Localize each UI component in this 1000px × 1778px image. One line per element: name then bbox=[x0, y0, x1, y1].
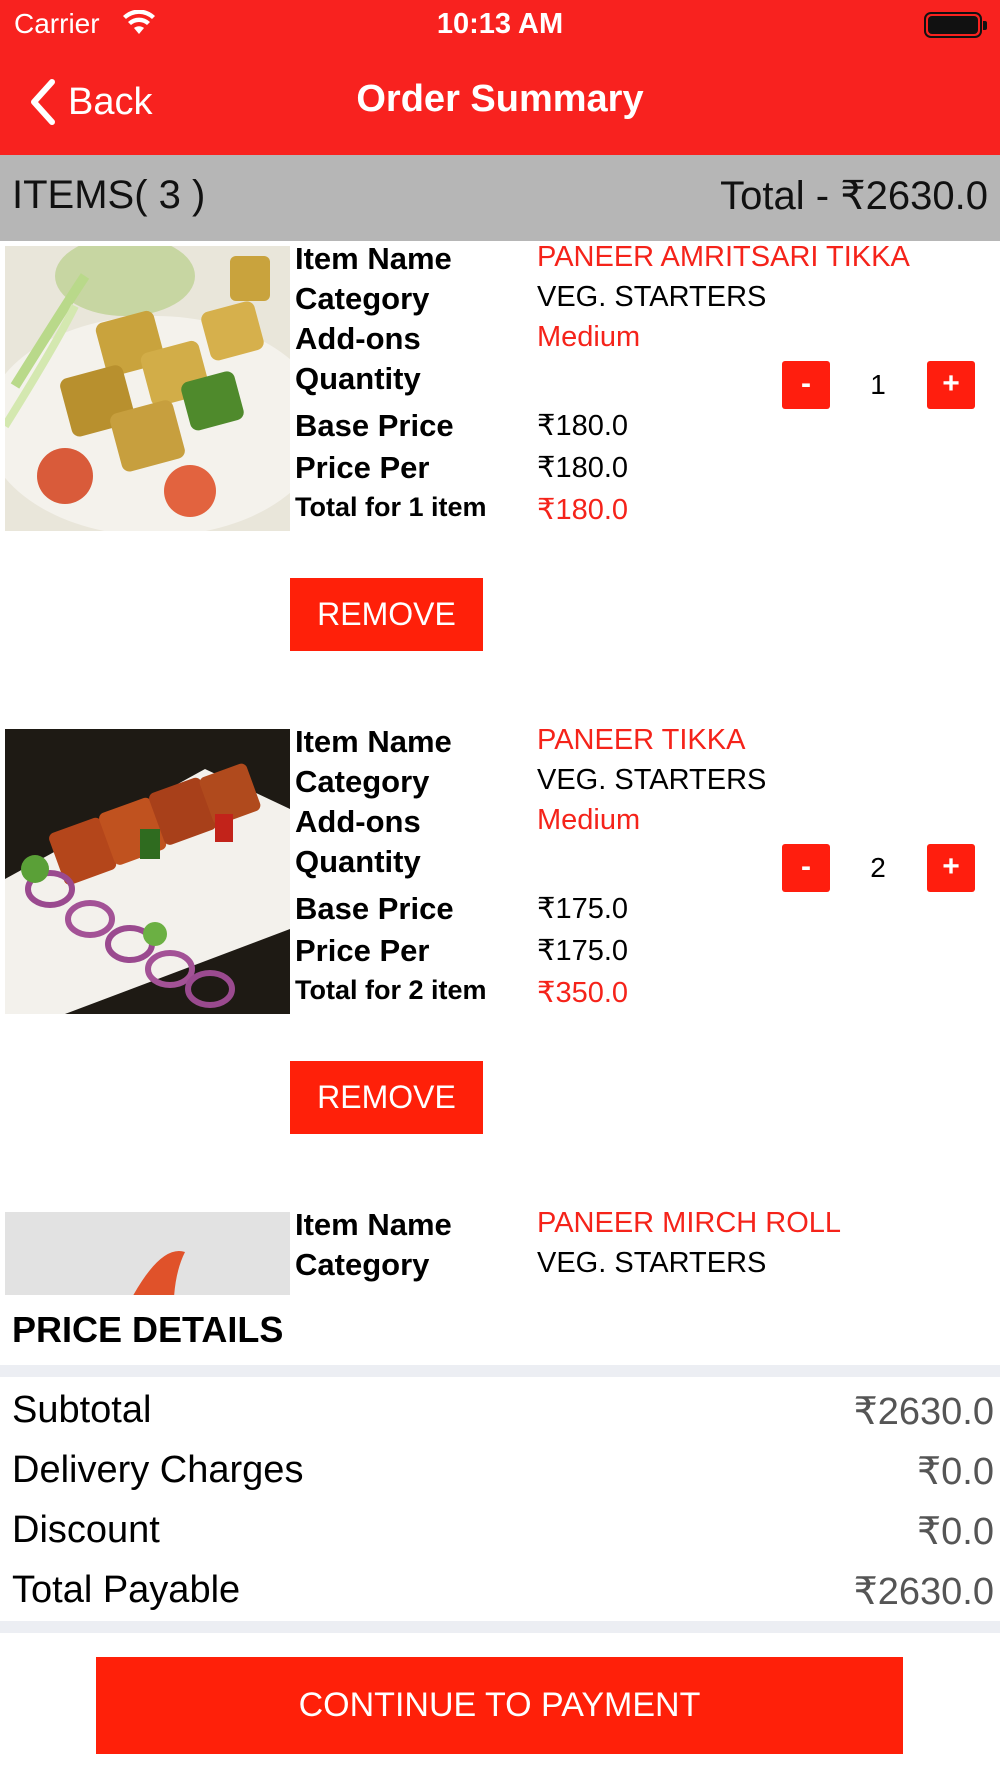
item-name-label: Item Name bbox=[295, 724, 452, 759]
price-row-total-payable: Total Payable ₹2630.0 bbox=[0, 1565, 1000, 1621]
items-total: Total - ₹2630.0 bbox=[720, 174, 988, 218]
item-name: PANEER TIKKA bbox=[537, 724, 746, 756]
addons-label: Add-ons bbox=[295, 321, 421, 356]
base-price-label: Base Price bbox=[295, 408, 454, 443]
price-label: Delivery Charges bbox=[12, 1449, 304, 1491]
page-title: Order Summary bbox=[356, 78, 644, 120]
price-value: ₹2630.0 bbox=[853, 1391, 994, 1433]
remove-button[interactable]: REMOVE bbox=[290, 1061, 483, 1134]
category-label: Category bbox=[295, 764, 430, 799]
item-total: ₹350.0 bbox=[537, 977, 629, 1009]
price-row-delivery: Delivery Charges ₹0.0 bbox=[0, 1445, 1000, 1501]
item-name-label: Item Name bbox=[295, 1207, 452, 1242]
category-label: Category bbox=[295, 281, 430, 316]
item-addons: Medium bbox=[537, 321, 641, 353]
item-name-label: Item Name bbox=[295, 241, 452, 276]
price-row-discount: Discount ₹0.0 bbox=[0, 1505, 1000, 1561]
base-price-label: Base Price bbox=[295, 891, 454, 926]
order-item-list[interactable]: Item Name PANEER AMRITSARI TIKKA Categor… bbox=[0, 241, 1000, 1295]
paneer-amritsari-tikka-photo bbox=[5, 246, 290, 531]
quantity-label: Quantity bbox=[295, 844, 421, 879]
item-category: VEG. STARTERS bbox=[537, 764, 767, 796]
divider bbox=[0, 1365, 1000, 1377]
top-bar: Carrier 10:13 AM Back Order Summary bbox=[0, 0, 1000, 155]
remove-button[interactable]: REMOVE bbox=[290, 578, 483, 651]
items-count: ITEMS( 3 ) bbox=[12, 173, 206, 217]
continue-to-payment-button[interactable]: CONTINUE TO PAYMENT bbox=[96, 1657, 903, 1754]
item-category: VEG. STARTERS bbox=[537, 1247, 767, 1279]
quantity-value: 1 bbox=[870, 369, 886, 400]
price-label: Subtotal bbox=[12, 1389, 152, 1431]
paneer-mirch-roll-photo bbox=[5, 1212, 290, 1295]
price-value: ₹2630.0 bbox=[853, 1571, 994, 1613]
item-image bbox=[5, 729, 290, 1014]
order-item: Item Name PANEER AMRITSARI TIKKA Categor… bbox=[0, 241, 1000, 724]
item-total-label: Total for 2 item bbox=[295, 975, 487, 1005]
paneer-tikka-photo bbox=[5, 729, 290, 1014]
price-value: ₹0.0 bbox=[916, 1451, 994, 1493]
item-total-label: Total for 1 item bbox=[295, 492, 487, 522]
price-per: ₹180.0 bbox=[537, 452, 629, 484]
price-row-subtotal: Subtotal ₹2630.0 bbox=[0, 1385, 1000, 1441]
items-summary-bar: ITEMS( 3 ) Total - ₹2630.0 bbox=[0, 155, 1000, 241]
price-label: Total Payable bbox=[12, 1569, 241, 1611]
item-name: PANEER MIRCH ROLL bbox=[537, 1207, 842, 1239]
addons-label: Add-ons bbox=[295, 804, 421, 839]
item-image bbox=[5, 1212, 290, 1295]
price-details-panel: PRICE DETAILS Subtotal ₹2630.0 Delivery … bbox=[0, 1295, 1000, 1778]
order-item: Item Name PANEER MIRCH ROLL Category VEG… bbox=[0, 1207, 1000, 1295]
increase-quantity-button[interactable]: + bbox=[927, 361, 975, 409]
status-time: 10:13 AM bbox=[436, 8, 564, 40]
quantity-value: 2 bbox=[870, 852, 886, 883]
item-name: PANEER AMRITSARI TIKKA bbox=[537, 241, 910, 273]
status-bar: Carrier 10:13 AM bbox=[0, 0, 1000, 50]
order-item: Item Name PANEER TIKKA Category VEG. STA… bbox=[0, 724, 1000, 1207]
price-details-title: PRICE DETAILS bbox=[12, 1309, 284, 1350]
price-label: Discount bbox=[12, 1509, 160, 1551]
quantity-label: Quantity bbox=[295, 361, 421, 396]
price-per-label: Price Per bbox=[295, 450, 430, 485]
battery-icon bbox=[924, 12, 987, 38]
price-per-label: Price Per bbox=[295, 933, 430, 968]
item-total: ₹180.0 bbox=[537, 494, 629, 526]
item-image bbox=[5, 246, 290, 531]
base-price: ₹175.0 bbox=[537, 893, 629, 925]
base-price: ₹180.0 bbox=[537, 410, 629, 442]
increase-quantity-button[interactable]: + bbox=[927, 844, 975, 892]
divider bbox=[0, 1621, 1000, 1633]
category-label: Category bbox=[295, 1247, 430, 1282]
item-addons: Medium bbox=[537, 804, 641, 836]
price-per: ₹175.0 bbox=[537, 935, 629, 967]
price-value: ₹0.0 bbox=[916, 1511, 994, 1553]
decrease-quantity-button[interactable]: - bbox=[782, 844, 830, 892]
item-category: VEG. STARTERS bbox=[537, 281, 767, 313]
decrease-quantity-button[interactable]: - bbox=[782, 361, 830, 409]
